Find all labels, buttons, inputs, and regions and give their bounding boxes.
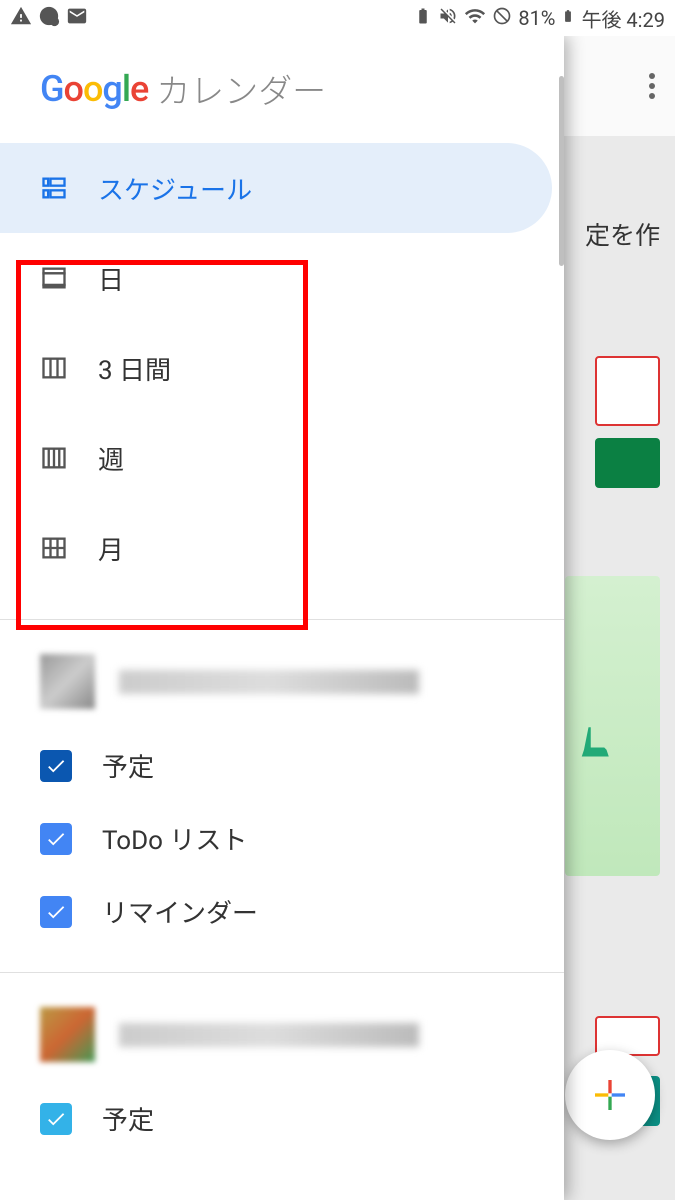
warning-icon [10, 5, 32, 31]
bg-event-outline [595, 356, 660, 426]
status-left-icons [10, 5, 88, 31]
account-section-2: 予定 [0, 979, 564, 1173]
battery-percent: 81% [518, 6, 555, 30]
divider [0, 972, 564, 973]
view-month[interactable]: 月 [0, 503, 552, 593]
battery-icon [561, 5, 575, 32]
checkbox-checked[interactable] [40, 896, 72, 928]
avatar [40, 654, 95, 709]
account-header[interactable] [0, 644, 564, 729]
divider [0, 619, 564, 620]
checkbox-checked[interactable] [40, 750, 72, 782]
bg-event-boxes [595, 356, 660, 488]
bg-month-illustration [565, 576, 660, 876]
view-label: 日 [98, 260, 124, 297]
view-label: 3 日間 [98, 350, 171, 387]
google-logo: Google [40, 68, 148, 110]
overflow-menu-icon[interactable] [649, 73, 655, 99]
view-label: 週 [98, 440, 124, 477]
view-week[interactable]: 週 [0, 413, 552, 503]
vibrate-icon [438, 6, 458, 31]
three-day-icon [40, 354, 68, 382]
status-right-icons: 81% 午後 4:29 [414, 4, 665, 33]
avatar [40, 1007, 95, 1062]
mail-icon [66, 5, 88, 31]
calendar-item-events-2[interactable]: 予定 [0, 1082, 564, 1155]
calendar-label: ToDo リスト [102, 820, 247, 857]
calendar-label: リマインダー [102, 893, 258, 930]
checkbox-checked[interactable] [40, 823, 72, 855]
bg-event-solid [595, 438, 660, 488]
calendar-item-events[interactable]: 予定 [0, 729, 564, 802]
calendar-label: 予定 [102, 747, 154, 784]
account-section-1: 予定 ToDo リスト リマインダー [0, 626, 564, 966]
navigation-drawer[interactable]: Google カレンダー スケジュール 日 3 日間 週 [0, 36, 564, 1200]
battery-saver-icon [414, 7, 432, 30]
status-bar: 81% 午後 4:29 [0, 0, 675, 36]
no-interrupt-icon [492, 6, 512, 31]
fab-add-button[interactable] [565, 1050, 655, 1140]
view-label: 月 [98, 530, 124, 567]
clock-time: 午後 4:29 [581, 4, 665, 33]
view-three-day[interactable]: 3 日間 [0, 323, 552, 413]
view-options: スケジュール 日 3 日間 週 月 [0, 143, 564, 613]
account-name-redacted [119, 670, 419, 694]
view-schedule[interactable]: スケジュール [0, 143, 552, 233]
schedule-icon [40, 174, 68, 202]
account-name-redacted [119, 1023, 419, 1047]
view-day[interactable]: 日 [0, 233, 552, 323]
scrollbar[interactable] [559, 76, 564, 266]
wifi-icon [464, 5, 486, 32]
checkbox-checked[interactable] [40, 1103, 72, 1135]
calendar-item-reminder[interactable]: リマインダー [0, 875, 564, 948]
day-icon [40, 264, 68, 292]
calendar-label: 予定 [102, 1100, 154, 1137]
week-icon [40, 444, 68, 472]
calendar-item-todo[interactable]: ToDo リスト [0, 802, 564, 875]
app-name: カレンダー [156, 64, 326, 113]
account-header[interactable] [0, 997, 564, 1082]
bg-peek-text: 定を作 [585, 216, 660, 252]
view-label: スケジュール [98, 170, 252, 207]
month-icon [40, 534, 68, 562]
app-notification-icon [38, 5, 60, 31]
drawer-header: Google カレンダー [0, 36, 564, 143]
